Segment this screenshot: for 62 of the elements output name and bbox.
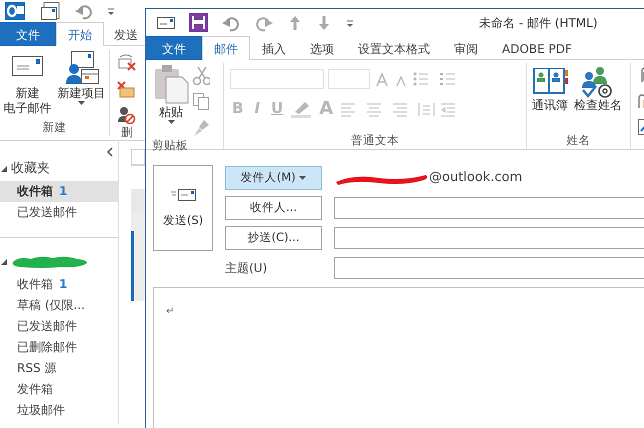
- cut-icon[interactable]: [192, 66, 210, 85]
- ribbon-tab[interactable]: 选项: [298, 36, 346, 60]
- window-title: 未命名 - 邮件 (HTML): [479, 14, 598, 32]
- address-field[interactable]: [334, 197, 644, 219]
- highlight-icon: [289, 100, 314, 118]
- collapse-icon[interactable]: [106, 147, 114, 157]
- block-user-icon[interactable]: [117, 106, 137, 124]
- delete-envelope-icon[interactable]: [117, 54, 137, 72]
- font-size-field[interactable]: [328, 69, 370, 89]
- paragraph-mark: ↵: [166, 305, 174, 319]
- ribbon-tab[interactable]: 开始: [56, 22, 104, 46]
- subject-field[interactable]: [334, 257, 644, 279]
- file-tab[interactable]: 文件: [146, 36, 202, 60]
- folder-item[interactable]: 已发送邮件: [0, 202, 118, 223]
- caret-icon: [168, 120, 174, 124]
- caret-icon: [299, 176, 306, 180]
- sender-address: @outlook.com: [429, 169, 522, 188]
- folder-item[interactable]: 已发送邮件: [0, 316, 118, 337]
- folder-item[interactable]: 已删除邮件: [0, 337, 118, 358]
- ribbon-tab[interactable]: ADOBE PDF: [490, 36, 584, 60]
- save-icon[interactable]: [189, 13, 208, 32]
- delete-mail-icon[interactable]: [117, 80, 137, 98]
- folder-item[interactable]: 垃圾邮件: [0, 400, 118, 421]
- address-field[interactable]: [334, 227, 644, 249]
- new-email-button[interactable]: 新建 电子邮件: [2, 50, 54, 119]
- group-label: 删: [121, 124, 133, 141]
- folder-group-label[interactable]: 收藏夹: [11, 159, 50, 179]
- send-button[interactable]: 发送(S): [153, 165, 213, 251]
- file-tab[interactable]: 文件: [0, 22, 56, 46]
- group-label: 剪贴板: [151, 137, 189, 154]
- envelope-stack-icon[interactable]: [40, 1, 60, 21]
- copy-icon[interactable]: [192, 92, 210, 111]
- subject-label: 主题(U): [225, 260, 268, 277]
- dropdown-icon[interactable]: [345, 18, 355, 28]
- group-label: 普通文本: [350, 132, 400, 149]
- address-button[interactable]: 收件人...: [225, 196, 322, 220]
- group-label: 姓名: [566, 132, 592, 149]
- from-button[interactable]: 发件人(M): [225, 166, 322, 190]
- folder-item[interactable]: 收件箱 1: [0, 181, 118, 202]
- folder-item[interactable]: 发件箱: [0, 379, 118, 400]
- paste-button[interactable]: 粘贴: [146, 63, 192, 137]
- ribbon-tab[interactable]: 发送: [104, 22, 139, 46]
- align-icon: [339, 100, 458, 116]
- clipboard-icon: [152, 63, 190, 105]
- check-names-button[interactable]: 检查姓名: [572, 63, 624, 132]
- new-items-button[interactable]: 新建项目: [56, 50, 108, 119]
- group-label: 新建: [42, 118, 66, 136]
- folder-item[interactable]: RSS 源: [0, 358, 118, 379]
- address-button[interactable]: 抄送(C)...: [225, 226, 322, 250]
- address-book-button[interactable]: 通讯簿: [530, 63, 570, 132]
- expanded-icon[interactable]: [0, 165, 8, 173]
- dropdown-icon[interactable]: [106, 6, 116, 16]
- ribbon-tab[interactable]: 审阅: [442, 36, 490, 60]
- font-field[interactable]: [230, 69, 324, 89]
- folder-item[interactable]: 草稿 (仅限...: [0, 295, 118, 316]
- send-envelope-icon: [170, 186, 196, 202]
- ribbon-tab[interactable]: 设置文本格式: [346, 36, 442, 60]
- folder-item[interactable]: 收件箱 1: [0, 274, 118, 295]
- grow-font-icon: [374, 71, 408, 87]
- ribbon-tab[interactable]: 插入: [250, 36, 298, 60]
- ribbon-tab[interactable]: 邮件: [202, 36, 250, 60]
- expanded-icon[interactable]: [0, 258, 8, 266]
